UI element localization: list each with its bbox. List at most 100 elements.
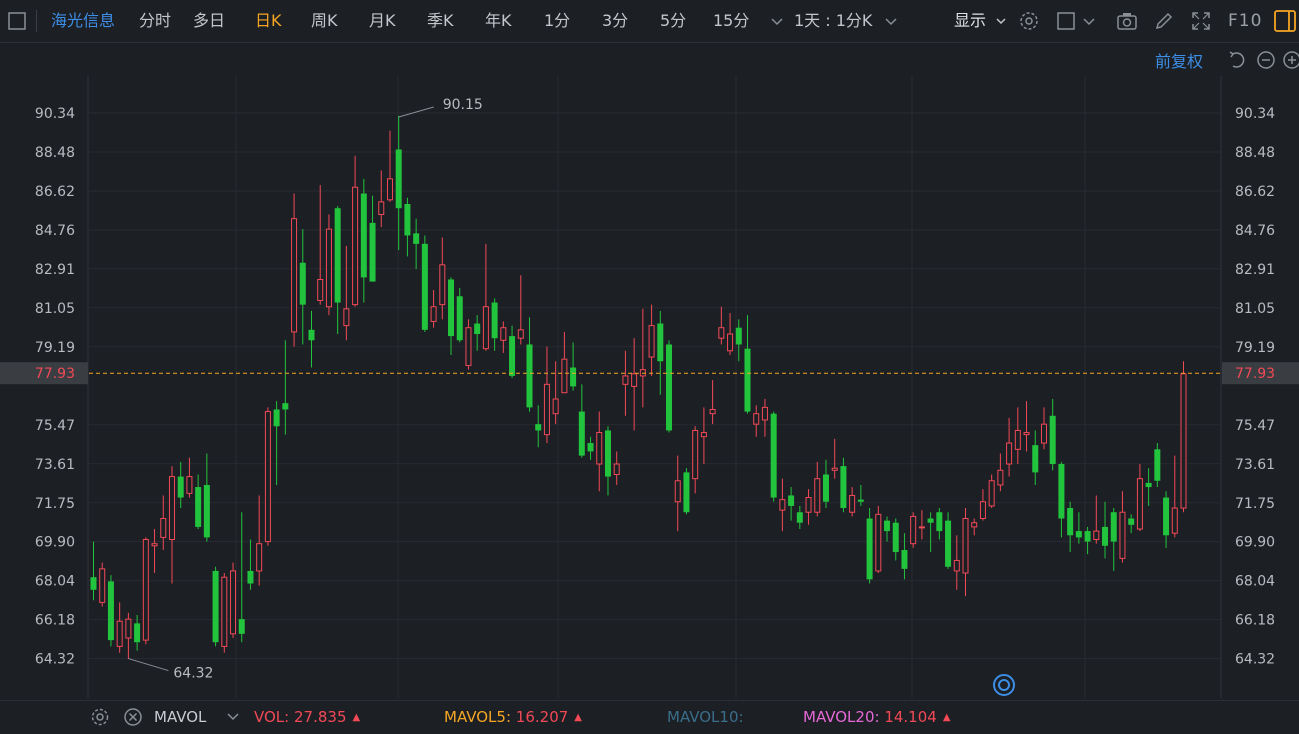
tab-quarterly-k[interactable]: 季K — [427, 0, 454, 42]
chevron-down-icon[interactable] — [880, 10, 902, 32]
close-icon[interactable] — [122, 706, 144, 728]
candle-body — [849, 494, 856, 513]
right-axis-tick: 90.34 — [1235, 106, 1275, 122]
left-axis-tick: 84.76 — [35, 223, 75, 239]
zoom-out-icon[interactable] — [1256, 50, 1276, 70]
right-axis-tick: 75.47 — [1235, 418, 1275, 434]
candle-body — [857, 499, 864, 502]
toolbar-divider — [36, 10, 37, 32]
candle-body — [692, 429, 699, 480]
price-axis-labels: 90.34 88.48 86.62 84.76 82.91 81.05 79.19 75.47… — [35, 106, 1275, 668]
gear-icon[interactable] — [89, 706, 111, 728]
candle-body — [247, 570, 254, 584]
candle-body — [945, 520, 952, 567]
sidebar-toggle-icon[interactable] — [6, 10, 28, 32]
target-icon[interactable] — [992, 673, 1016, 697]
candle-body — [666, 344, 673, 431]
candle-body — [796, 512, 803, 523]
f10-button[interactable]: F10 — [1228, 0, 1262, 42]
pencil-icon[interactable] — [1153, 10, 1175, 32]
candle-body — [596, 432, 603, 465]
tab-5min[interactable]: 5分 — [660, 0, 686, 42]
candle-body — [613, 463, 620, 475]
candle-body — [875, 513, 882, 572]
candle-body — [622, 375, 629, 385]
candle-body — [1084, 531, 1091, 542]
candle-body — [1180, 373, 1187, 509]
left-axis-tick: 82.91 — [35, 262, 75, 278]
max-price-label: 90.15 — [443, 97, 483, 113]
left-axis-tick: 90.34 — [35, 106, 75, 122]
candle-body — [997, 469, 1004, 486]
candle-body — [369, 222, 376, 282]
candle-body — [273, 409, 280, 427]
forward-adjust-toggle[interactable]: 前复权 — [1155, 48, 1203, 72]
zoom-in-icon[interactable] — [1282, 50, 1299, 70]
candle-body — [99, 568, 106, 603]
tab-monthly-k[interactable]: 月K — [369, 0, 396, 42]
candle-body — [360, 193, 367, 278]
candle-body — [927, 518, 934, 523]
candle-body — [1014, 429, 1021, 450]
chevron-down-icon[interactable] — [224, 707, 242, 725]
candlestick-chart[interactable]: 90.34 88.48 86.62 84.76 82.91 81.05 79.19 75.47… — [0, 76, 1299, 700]
candle-body — [1023, 432, 1030, 436]
mavol5-value: 16.207 — [515, 708, 569, 726]
candle-body — [1119, 511, 1126, 559]
candle-body — [735, 327, 742, 345]
stock-name[interactable]: 海光信息 — [51, 0, 115, 42]
tab-3min[interactable]: 3分 — [602, 0, 628, 42]
display-menu[interactable]: 显示 — [954, 0, 986, 42]
right-axis-tick: 88.48 — [1235, 145, 1275, 161]
candle-body — [90, 577, 97, 590]
candle-body — [230, 570, 237, 635]
tab-daily-k[interactable]: 日K — [255, 0, 282, 42]
gear-icon[interactable] — [1018, 10, 1040, 32]
chevron-down-icon[interactable] — [1078, 10, 1100, 32]
volume-indicator-bar: MAVOL VOL: 27.835 ▲ MAVOL5: 16.207 ▲ MAVOL… — [0, 700, 1299, 734]
right-axis-tick: 81.05 — [1235, 301, 1275, 317]
candle-body — [1154, 449, 1161, 481]
candle-body — [421, 243, 428, 330]
candle-body — [805, 497, 812, 513]
layout-box-icon[interactable] — [1055, 10, 1077, 32]
candle-body — [334, 208, 341, 303]
tab-weekly-k[interactable]: 周K — [311, 0, 338, 42]
candle-body — [892, 522, 899, 553]
candle-body — [238, 619, 245, 634]
candle-body — [448, 279, 455, 337]
tab-1min[interactable]: 1分 — [544, 0, 570, 42]
chevron-down-icon[interactable] — [990, 10, 1012, 32]
indicator-select[interactable]: MAVOL — [154, 708, 206, 726]
candle-body — [1058, 464, 1065, 519]
price-chart-canvas[interactable]: 90.34 88.48 86.62 84.76 82.91 81.05 79.19 75.47… — [0, 76, 1299, 700]
side-panel-toggle-icon[interactable] — [1272, 8, 1298, 34]
candle-body — [1102, 526, 1109, 546]
candle-body — [482, 306, 489, 350]
candle-body — [134, 623, 141, 643]
tab-intraday[interactable]: 分时 — [139, 0, 171, 42]
candle-body — [822, 474, 829, 502]
current-price-right: 77.93 — [1235, 366, 1275, 382]
chevron-down-icon[interactable] — [766, 10, 788, 32]
candle-body — [788, 495, 795, 506]
candle-body — [317, 278, 324, 301]
tab-multi-day[interactable]: 多日 — [193, 0, 225, 42]
vol-readout: VOL: 27.835 ▲ — [254, 708, 360, 726]
undo-icon[interactable] — [1227, 50, 1247, 70]
candle-body — [953, 559, 960, 572]
tab-15min[interactable]: 15分 — [713, 0, 749, 42]
candle-body — [561, 358, 568, 394]
candle-body — [221, 576, 228, 647]
camera-icon[interactable] — [1116, 10, 1138, 32]
candle-body — [404, 204, 411, 236]
period-combo-select[interactable]: 1天 : 1分K — [794, 0, 872, 42]
mavol5-readout: MAVOL5: 16.207 ▲ — [444, 708, 582, 726]
candle-body — [1110, 512, 1117, 542]
tab-yearly-k[interactable]: 年K — [485, 0, 512, 42]
candle-body — [325, 228, 332, 308]
candle-body — [474, 323, 481, 334]
fullscreen-icon[interactable] — [1190, 10, 1212, 32]
candle-body — [753, 413, 760, 425]
candle-body — [587, 443, 594, 452]
